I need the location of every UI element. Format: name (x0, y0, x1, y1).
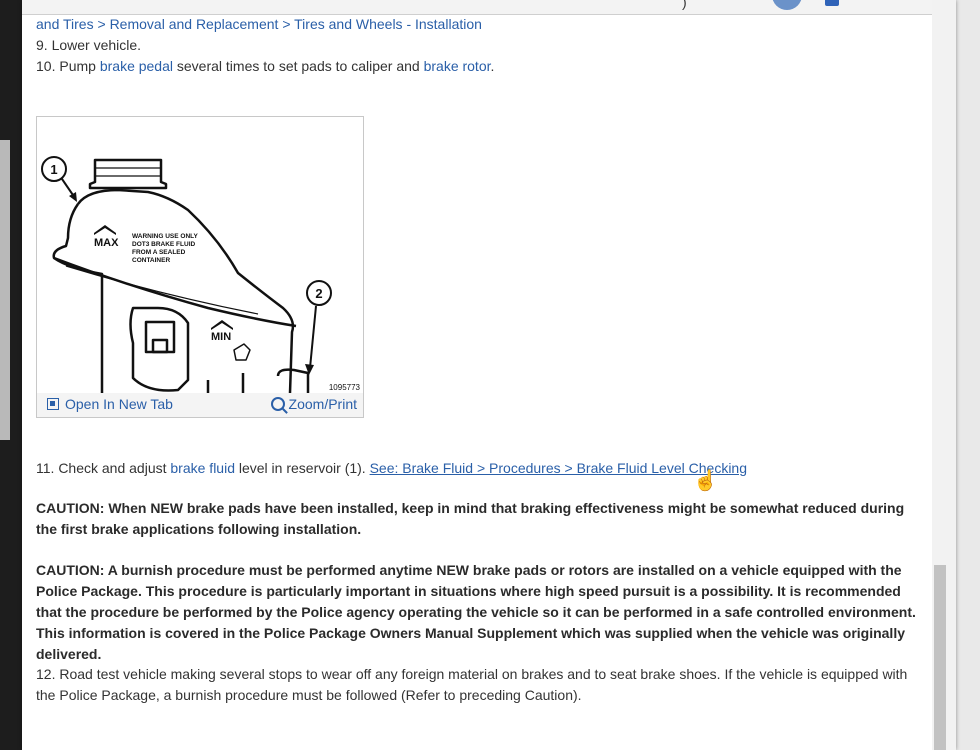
toolbar-partial-text: ) (682, 0, 687, 10)
step-11-prefix: 11. Check and adjust (36, 460, 171, 476)
hand-pointer-icon: ☝ (693, 470, 718, 492)
step-10-suffix: . (490, 58, 495, 74)
zoom-magnifier-icon (270, 397, 285, 411)
scrollbar[interactable] (932, 0, 956, 750)
callout-2-arrow (309, 305, 317, 369)
brake-rotor-link[interactable]: brake rotor (424, 58, 491, 74)
min-label: MIN (211, 331, 231, 343)
step-10-prefix: 10. Pump (36, 58, 100, 74)
max-label: MAX (94, 237, 119, 249)
reservoir-illustration: MAX MIN WARNING USE ONLY DOT3 BRAKE FLUI… (41, 156, 361, 394)
warning-line-2: DOT3 BRAKE FLUID (132, 241, 196, 248)
see-brake-fluid-level-checking-link[interactable]: See: Brake Fluid > Procedures > Brake Fl… (370, 460, 747, 476)
callout-2: 2 (315, 286, 322, 301)
step-10-middle: several times to set pads to caliper and (173, 58, 424, 74)
step-11: 11. Check and adjust brake fluid level i… (36, 458, 916, 479)
open-in-new-tab-button[interactable]: Open In New Tab (47, 396, 173, 412)
breadcrumb: and Tires > Removal and Replacement > Ti… (36, 14, 916, 35)
breadcrumb-link-removal[interactable]: Removal and Replacement (110, 16, 279, 32)
brake-fluid-link[interactable]: brake fluid (170, 460, 235, 476)
breadcrumb-separator: > (93, 16, 110, 32)
document-icon[interactable] (825, 0, 839, 6)
background-left (0, 0, 22, 750)
caution-brake-pads: CAUTION: When NEW brake pads have been i… (36, 500, 905, 537)
warning-line-1: WARNING USE ONLY (132, 233, 199, 240)
viewer-toolbar: ) (22, 0, 956, 15)
step-11-middle: level in reservoir (1). (234, 460, 370, 476)
figure-toolbar: Open In New Tab Zoom/Print (37, 393, 363, 417)
user-avatar[interactable] (772, 0, 802, 10)
figure-id: 1095773 (329, 383, 361, 392)
procedure-text: and Tires > Removal and Replacement > Ti… (36, 14, 916, 77)
caution-burnish-procedure: CAUTION: A burnish procedure must be per… (36, 562, 916, 662)
zoom-print-button[interactable]: Zoom/Print (270, 396, 357, 412)
zoom-print-label: Zoom/Print (288, 396, 357, 412)
brake-reservoir-figure: MAX MIN WARNING USE ONLY DOT3 BRAKE FLUI… (36, 116, 364, 418)
warning-line-4: CONTAINER (132, 257, 170, 264)
background-strip (0, 140, 10, 440)
step-10: 10. Pump brake pedal several times to se… (36, 56, 916, 77)
warning-line-3: FROM A SEALED (132, 249, 186, 256)
open-in-new-tab-icon (47, 398, 59, 410)
breadcrumb-link-tires[interactable]: and Tires (36, 16, 94, 32)
scrollbar-thumb[interactable] (934, 565, 946, 750)
figure-image[interactable]: MAX MIN WARNING USE ONLY DOT3 BRAKE FLUI… (38, 118, 362, 394)
step-12: 12. Road test vehicle making several sto… (36, 666, 908, 703)
brake-pedal-link[interactable]: brake pedal (100, 58, 173, 74)
step-9: 9. Lower vehicle. (36, 37, 142, 53)
callout-1: 1 (50, 162, 57, 177)
breadcrumb-link-installation[interactable]: Tires and Wheels - Installation (294, 16, 482, 32)
breadcrumb-separator: > (278, 16, 295, 32)
open-in-new-tab-label: Open In New Tab (65, 396, 173, 412)
